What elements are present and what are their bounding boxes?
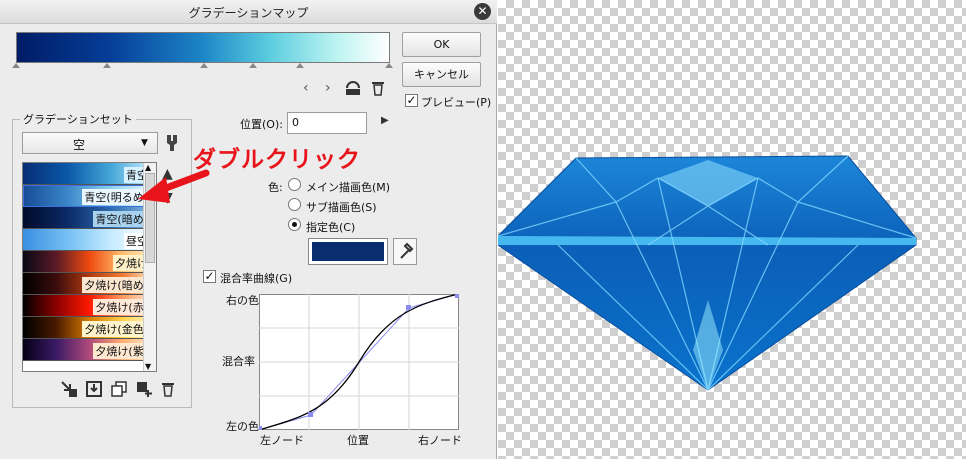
scroll-down-icon[interactable]: ▼ bbox=[145, 362, 151, 371]
curve-y-mid-label: 混合率 bbox=[222, 355, 255, 368]
eyedropper-icon[interactable] bbox=[393, 238, 417, 265]
specified-color-radio[interactable] bbox=[288, 218, 301, 231]
wrench-settings-icon[interactable] bbox=[163, 133, 181, 153]
curve-node[interactable] bbox=[455, 294, 459, 298]
save-gradient-icon[interactable] bbox=[85, 380, 103, 398]
position-label: 位置(O): bbox=[240, 118, 283, 131]
position-arrow-icon[interactable]: ▶ bbox=[381, 115, 389, 126]
dropdown-value: 空 bbox=[73, 138, 86, 152]
dialog-title: グラデーションマップ bbox=[188, 6, 309, 20]
color-label: 色: bbox=[268, 181, 283, 194]
sub-color-radio[interactable] bbox=[288, 198, 301, 211]
list-item-label: 夕焼け(暗め) bbox=[82, 277, 150, 293]
list-item[interactable]: 夕焼け(金色) bbox=[23, 317, 156, 339]
gradient-node-marker[interactable] bbox=[200, 63, 208, 68]
specified-color-label: 指定色(C) bbox=[306, 221, 356, 234]
duplicate-gradient-icon[interactable] bbox=[110, 380, 128, 398]
diamond-image bbox=[498, 155, 917, 391]
delete-gradient-icon[interactable] bbox=[160, 380, 176, 398]
list-item[interactable]: 青空(暗め) bbox=[23, 207, 156, 229]
list-item[interactable]: 夕焼け(紫) bbox=[23, 339, 156, 361]
close-icon[interactable]: ✕ bbox=[474, 3, 491, 20]
curve-node[interactable] bbox=[259, 426, 262, 430]
gradient-node-marker[interactable] bbox=[103, 63, 111, 68]
gradient-preview-bar[interactable] bbox=[16, 32, 390, 63]
curve-label: 混合率曲線(G) bbox=[220, 272, 293, 285]
list-item-label: 夕焼け(赤) bbox=[93, 299, 150, 315]
cancel-button[interactable]: キャンセル bbox=[402, 62, 481, 87]
sub-color-label: サブ描画色(S) bbox=[306, 201, 377, 214]
list-item-label: 夕焼け(紫) bbox=[93, 343, 150, 359]
mix-curve-graph[interactable] bbox=[259, 294, 459, 430]
gradient-node-marker[interactable] bbox=[385, 63, 393, 68]
import-gradient-icon[interactable] bbox=[60, 380, 78, 398]
list-item[interactable]: 夕焼け(暗め) bbox=[23, 273, 156, 295]
canvas-area[interactable] bbox=[498, 0, 966, 459]
list-item-label: 夕焼け(金色) bbox=[82, 321, 150, 337]
gradient-set-dropdown[interactable]: 空 ▼ bbox=[22, 132, 158, 154]
gradient-node-marker[interactable] bbox=[12, 63, 20, 68]
add-gradient-icon[interactable] bbox=[135, 380, 153, 398]
ok-button[interactable]: OK bbox=[402, 32, 481, 57]
curve-x-right-label: 右ノード bbox=[418, 434, 462, 447]
main-color-label: メイン描画色(M) bbox=[306, 181, 391, 194]
curve-node[interactable] bbox=[308, 412, 313, 417]
chevron-down-icon: ▼ bbox=[141, 138, 148, 148]
delete-node-icon[interactable] bbox=[370, 79, 386, 97]
list-item[interactable]: 夕焼け(赤) bbox=[23, 295, 156, 317]
curve-checkbox[interactable]: ✓ bbox=[203, 270, 216, 283]
title-bar[interactable]: グラデーションマップ ✕ bbox=[0, 0, 497, 24]
specified-color-swatch[interactable] bbox=[308, 238, 388, 265]
reverse-gradient-icon[interactable] bbox=[343, 78, 363, 98]
next-node-icon[interactable]: › bbox=[325, 80, 331, 96]
gradient-node-marker[interactable] bbox=[296, 63, 304, 68]
double-click-annotation: ダブルクリック bbox=[193, 147, 361, 173]
list-item[interactable]: 夕焼け bbox=[23, 251, 156, 273]
curve-node[interactable] bbox=[406, 305, 411, 310]
curve-y-top-label: 右の色 bbox=[226, 294, 259, 307]
gradient-node-marker[interactable] bbox=[249, 63, 257, 68]
color-fill bbox=[312, 242, 384, 261]
position-input[interactable]: 0 bbox=[287, 112, 367, 134]
gradient-set-title: グラデーションセット bbox=[20, 111, 136, 127]
preview-checkbox[interactable]: ✓ bbox=[405, 94, 418, 107]
curve-x-left-label: 左ノード bbox=[260, 434, 304, 447]
preview-label: プレビュー(P) bbox=[421, 96, 492, 109]
list-item-label: 青空(暗め) bbox=[93, 211, 150, 227]
curve-y-bottom-label: 左の色 bbox=[226, 420, 259, 433]
prev-node-icon[interactable]: ‹ bbox=[303, 80, 309, 96]
annotation-arrow-icon bbox=[138, 169, 210, 203]
gradient-map-dialog: グラデーションマップ ✕ ‹ › OK キャンセル ✓ プレビュー(P) グラデ… bbox=[0, 0, 497, 459]
main-color-radio[interactable] bbox=[288, 178, 301, 191]
curve-x-mid-label: 位置 bbox=[347, 434, 369, 447]
list-item[interactable]: 昼空 bbox=[23, 229, 156, 251]
